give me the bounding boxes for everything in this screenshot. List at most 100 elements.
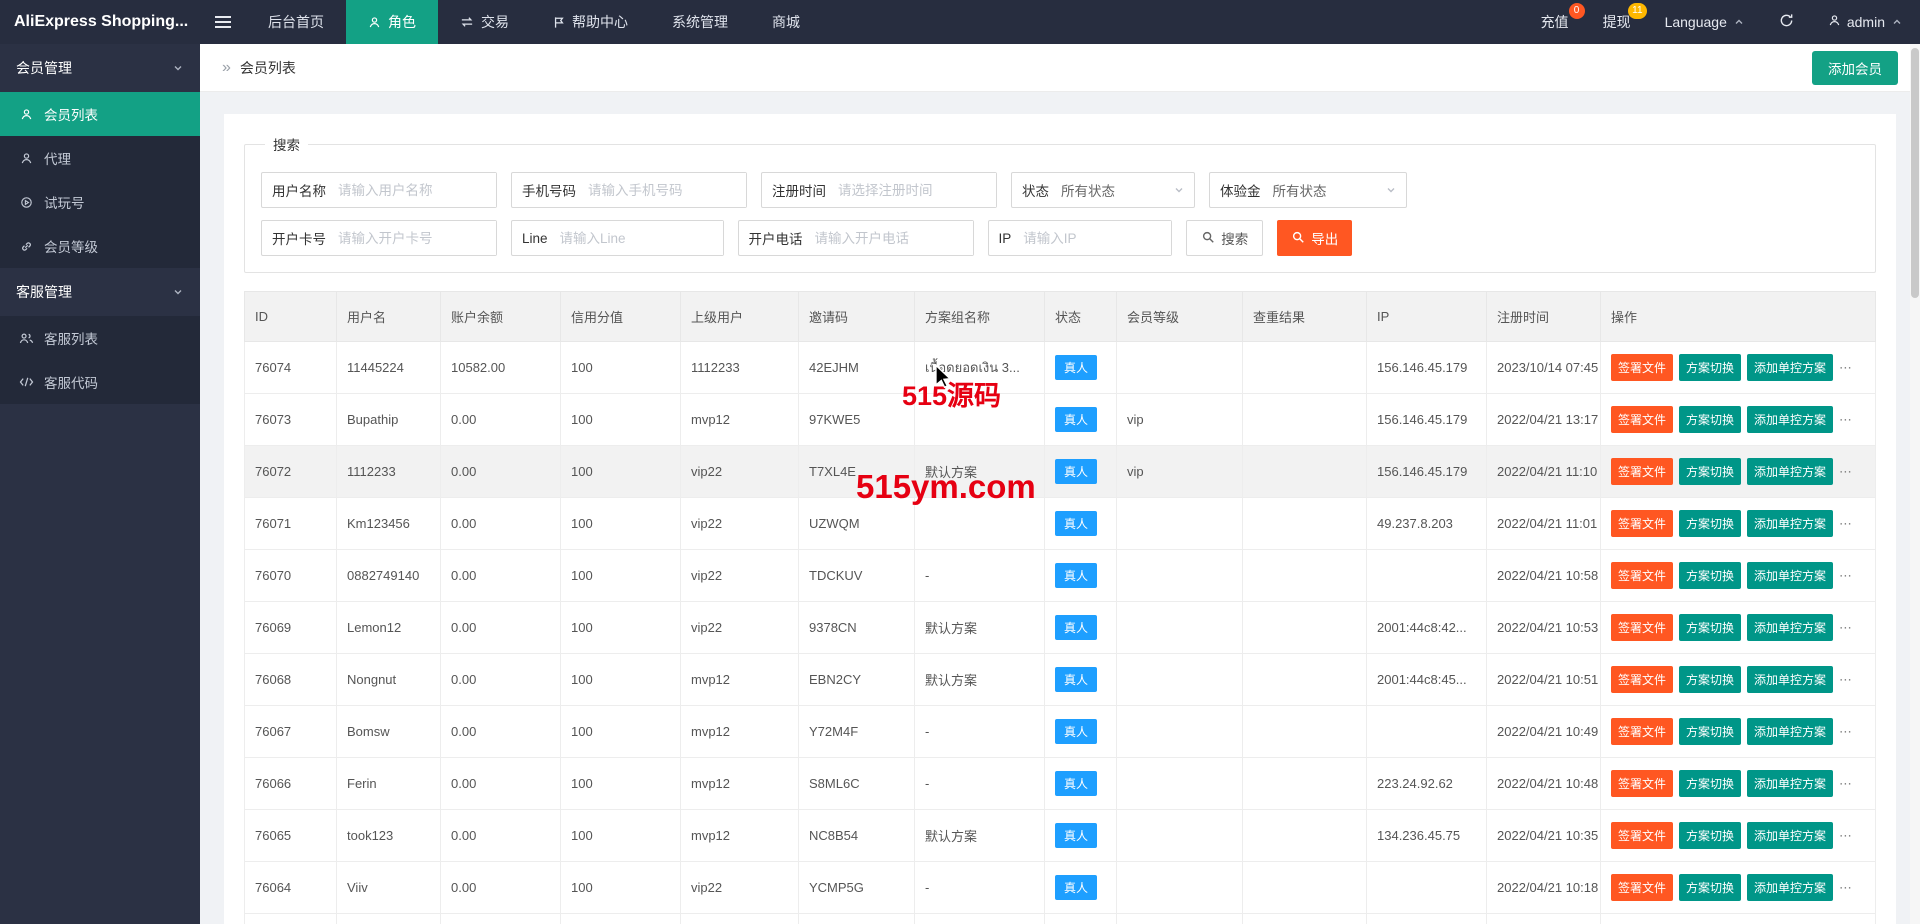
refresh-button[interactable] (1762, 0, 1811, 44)
withdraw-button[interactable]: 提现 11 (1586, 0, 1648, 44)
vertical-scrollbar[interactable] (1910, 44, 1920, 924)
sidebar-item[interactable]: 会员等级 (0, 224, 200, 268)
add-single-control-plan-button[interactable]: 添加单控方案 (1747, 770, 1833, 797)
plan-switch-button[interactable]: 方案切换 (1679, 458, 1741, 485)
plan-switch-button[interactable]: 方案切换 (1679, 822, 1741, 849)
cell-status: 真人 (1045, 550, 1117, 602)
app-logo: AliExpress Shopping... (0, 0, 200, 44)
more-actions-button[interactable]: ⋯ (1839, 360, 1854, 375)
top-nav-item[interactable]: 商城 (750, 0, 822, 44)
more-actions-button[interactable]: ⋯ (1839, 880, 1854, 895)
more-actions-button[interactable]: ⋯ (1839, 620, 1854, 635)
add-single-control-plan-button[interactable]: 添加单控方案 (1747, 822, 1833, 849)
more-actions-button[interactable]: ⋯ (1839, 672, 1854, 687)
field-label: 注册时间 (762, 173, 836, 207)
plan-switch-button[interactable]: 方案切换 (1679, 666, 1741, 693)
more-actions-button[interactable]: ⋯ (1839, 568, 1854, 583)
sign-file-button[interactable]: 签署文件 (1611, 666, 1673, 693)
sidebar-group[interactable]: 会员管理 (0, 44, 200, 92)
sidebar-item[interactable]: 代理 (0, 136, 200, 180)
sign-file-button[interactable]: 签署文件 (1611, 458, 1673, 485)
field-input[interactable] (1021, 221, 1171, 255)
more-actions-button[interactable]: ⋯ (1839, 516, 1854, 531)
search-button[interactable]: 搜索 (1186, 220, 1263, 256)
top-nav-item[interactable]: 交易 (438, 0, 531, 44)
add-member-button[interactable]: 添加会员 (1812, 51, 1898, 85)
plan-switch-button[interactable]: 方案切换 (1679, 770, 1741, 797)
plan-switch-button[interactable]: 方案切换 (1679, 562, 1741, 589)
top-nav-item[interactable]: 后台首页 (246, 0, 346, 44)
cell-actions: 签署文件方案切换添加单控方案 ⋯ (1601, 342, 1876, 394)
cell-balance: 0.00 (441, 706, 561, 758)
cell-status: 真人 (1045, 394, 1117, 446)
add-single-control-plan-button[interactable]: 添加单控方案 (1747, 510, 1833, 537)
sign-file-button[interactable]: 签署文件 (1611, 406, 1673, 433)
scrollbar-thumb[interactable] (1911, 48, 1919, 298)
flag-icon (553, 16, 565, 29)
search-field: 体验金所有状态 (1209, 172, 1407, 208)
sign-file-button[interactable]: 签署文件 (1611, 718, 1673, 745)
sign-file-button[interactable]: 签署文件 (1611, 510, 1673, 537)
add-single-control-plan-button[interactable]: 添加单控方案 (1747, 614, 1833, 641)
language-dropdown[interactable]: Language (1648, 0, 1762, 44)
chevron-down-icon (172, 62, 184, 74)
cell-member-level (1117, 550, 1243, 602)
export-button[interactable]: 导出 (1277, 220, 1352, 256)
field-input[interactable] (813, 221, 973, 255)
plan-switch-button[interactable]: 方案切换 (1679, 406, 1741, 433)
sign-file-button[interactable]: 签署文件 (1611, 354, 1673, 381)
field-input[interactable] (336, 221, 496, 255)
sidebar-item[interactable]: 客服代码 (0, 360, 200, 404)
plan-switch-button[interactable]: 方案切换 (1679, 874, 1741, 901)
cell-dup-check (1243, 706, 1367, 758)
menu-toggle-button[interactable] (200, 0, 246, 44)
sign-file-button[interactable]: 签署文件 (1611, 822, 1673, 849)
add-single-control-plan-button[interactable]: 添加单控方案 (1747, 666, 1833, 693)
cell-register-time: 2022/04/21 10:49 (1487, 706, 1601, 758)
field-input[interactable] (836, 173, 996, 207)
top-nav-item[interactable]: 帮助中心 (531, 0, 650, 44)
sign-file-button[interactable]: 签署文件 (1611, 874, 1673, 901)
plan-switch-button[interactable]: 方案切换 (1679, 614, 1741, 641)
field-label: 开户电话 (739, 221, 813, 255)
sidebar-item[interactable]: 会员列表 (0, 92, 200, 136)
cell-actions: 签署文件方案切换添加单控方案 ⋯ (1601, 706, 1876, 758)
field-input[interactable] (558, 221, 723, 255)
field-select[interactable]: 所有状态 (1059, 173, 1194, 207)
sidebar-item[interactable]: 试玩号 (0, 180, 200, 224)
admin-dropdown[interactable]: admin (1811, 0, 1920, 44)
add-single-control-plan-button[interactable]: 添加单控方案 (1747, 354, 1833, 381)
plan-switch-button[interactable]: 方案切换 (1679, 510, 1741, 537)
add-single-control-plan-button[interactable]: 添加单控方案 (1747, 562, 1833, 589)
field-input[interactable] (336, 173, 496, 207)
plan-switch-button[interactable]: 方案切换 (1679, 718, 1741, 745)
more-actions-button[interactable]: ⋯ (1839, 412, 1854, 427)
more-actions-button[interactable]: ⋯ (1839, 776, 1854, 791)
sign-file-button[interactable]: 签署文件 (1611, 562, 1673, 589)
sidebar-item[interactable]: 客服列表 (0, 316, 200, 360)
add-single-control-plan-button[interactable]: 添加单控方案 (1747, 406, 1833, 433)
cell-id: 76069 (245, 602, 337, 654)
add-single-control-plan-button[interactable]: 添加单控方案 (1747, 874, 1833, 901)
status-badge: 真人 (1055, 771, 1097, 796)
top-nav-item[interactable]: 系统管理 (650, 0, 750, 44)
field-input[interactable] (586, 173, 746, 207)
more-actions-button[interactable]: ⋯ (1839, 828, 1854, 843)
recharge-button[interactable]: 充值 0 (1524, 0, 1586, 44)
cell-status: 真人 (1045, 602, 1117, 654)
plan-switch-button[interactable]: 方案切换 (1679, 354, 1741, 381)
recharge-label: 充值 (1541, 12, 1569, 32)
sign-file-button[interactable]: 签署文件 (1611, 614, 1673, 641)
field-select[interactable]: 所有状态 (1271, 173, 1406, 207)
add-single-control-plan-button[interactable]: 添加单控方案 (1747, 718, 1833, 745)
sign-file-button[interactable]: 签署文件 (1611, 770, 1673, 797)
top-nav-item[interactable]: 角色 (346, 0, 438, 44)
search-field: 状态所有状态 (1011, 172, 1195, 208)
more-actions-button[interactable]: ⋯ (1839, 724, 1854, 739)
topbar: AliExpress Shopping... 后台首页角色交易帮助中心系统管理商… (0, 0, 1920, 44)
more-actions-button[interactable]: ⋯ (1839, 464, 1854, 479)
sidebar-group[interactable]: 客服管理 (0, 268, 200, 316)
cell-id: 76063 (245, 914, 337, 924)
user-icon (1828, 14, 1841, 30)
add-single-control-plan-button[interactable]: 添加单控方案 (1747, 458, 1833, 485)
